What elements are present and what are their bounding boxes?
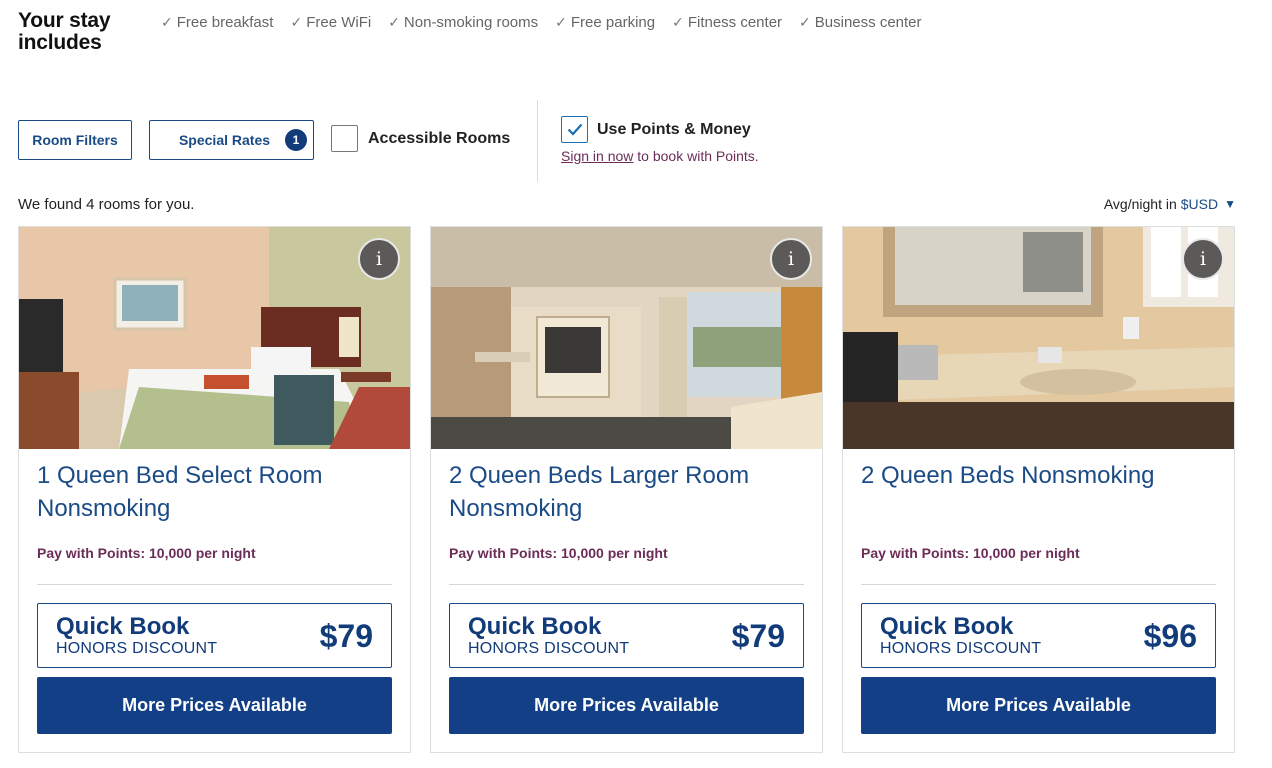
points-money-label: Use Points & Money (597, 120, 751, 138)
room-photo[interactable]: i (19, 227, 410, 449)
room-title[interactable]: 2 Queen Beds Nonsmoking (861, 459, 1216, 492)
amenity-label: Fitness center (687, 14, 783, 31)
room-photo[interactable]: i (431, 227, 822, 449)
signin-text: to book with Points. (633, 148, 759, 164)
quick-book-label: Quick Book (880, 613, 1014, 640)
special-rates-label: Special Rates (178, 132, 271, 148)
quick-book-label: Quick Book (56, 613, 190, 640)
amenity-label: Free WiFi (306, 14, 372, 31)
room-card: i 2 Queen Beds Nonsmoking Pay with Point… (842, 226, 1235, 753)
points-price: Pay with Points: 10,000 per night (449, 545, 668, 561)
currency-selector[interactable]: Avg/night in $USD ▼ (1104, 196, 1236, 212)
caret-down-icon: ▼ (1224, 197, 1236, 211)
amenity-label: Free breakfast (176, 14, 274, 31)
room-photo[interactable]: i (843, 227, 1234, 449)
special-rates-button[interactable]: Special Rates 1 (149, 120, 314, 160)
stay-includes-bar: Your stay includes ✓ Free breakfast ✓ Free… (18, 10, 1248, 60)
accessible-rooms-toggle[interactable]: Accessible Rooms (331, 125, 510, 152)
check-icon: ✓ (388, 14, 400, 30)
rate-price: $79 (319, 618, 373, 654)
filters-bar: Room Filters Special Rates 1 Accessible … (18, 100, 1248, 182)
amenity-item: ✓ Free breakfast (161, 14, 273, 31)
rate-name: HONORS DISCOUNT (880, 640, 1042, 657)
accessible-rooms-checkbox[interactable] (331, 125, 358, 152)
room-photo-image (843, 227, 1234, 449)
amenity-item: ✓ Free parking (555, 14, 655, 31)
signin-note: Sign in now to book with Points. (561, 148, 759, 164)
points-money-checkbox[interactable] (561, 116, 588, 143)
currency-value: $USD (1180, 196, 1219, 212)
rate-name: HONORS DISCOUNT (56, 640, 218, 657)
results-count: We found 4 rooms for you. (18, 196, 195, 213)
points-price: Pay with Points: 10,000 per night (37, 545, 256, 561)
amenity-item: ✓ Business center (799, 14, 921, 31)
amenity-label: Non-smoking rooms (403, 14, 539, 31)
check-icon: ✓ (161, 14, 173, 30)
quick-book-button[interactable]: Quick Book HONORS DISCOUNT $79 (449, 603, 804, 668)
checkmark-icon (567, 123, 582, 136)
avg-night-label: Avg/night in (1103, 196, 1177, 212)
amenity-item: ✓ Fitness center (672, 14, 782, 31)
stay-includes-title: Your stay includes (18, 9, 111, 54)
accessible-rooms-label: Accessible Rooms (368, 129, 511, 147)
quick-book-button[interactable]: Quick Book HONORS DISCOUNT $96 (861, 603, 1216, 668)
amenity-label: Business center (814, 14, 922, 31)
room-card: i 1 Queen Bed Select Room Nonsmoking Pay… (18, 226, 411, 753)
room-card-list: i 1 Queen Bed Select Room Nonsmoking Pay… (18, 226, 1235, 753)
room-filters-button[interactable]: Room Filters (18, 120, 132, 160)
points-price: Pay with Points: 10,000 per night (861, 545, 1080, 561)
points-money-toggle[interactable]: Use Points & Money (561, 116, 759, 143)
more-prices-button[interactable]: More Prices Available (37, 677, 392, 734)
quick-book-button[interactable]: Quick Book HONORS DISCOUNT $79 (37, 603, 392, 668)
room-title[interactable]: 1 Queen Bed Select Room Nonsmoking (37, 459, 392, 525)
special-rates-count-badge: 1 (285, 129, 307, 151)
card-divider (861, 584, 1216, 585)
room-card: i 2 Queen Beds Larger Room Nonsmoking Pa… (430, 226, 823, 753)
more-prices-button[interactable]: More Prices Available (861, 677, 1216, 734)
rate-name: HONORS DISCOUNT (468, 640, 630, 657)
check-icon: ✓ (799, 14, 811, 30)
room-info-button[interactable]: i (1182, 238, 1224, 280)
room-info-button[interactable]: i (358, 238, 400, 280)
more-prices-button[interactable]: More Prices Available (449, 677, 804, 734)
amenity-item: ✓ Non-smoking rooms (388, 14, 538, 31)
points-money-section: Use Points & Money Sign in now to book w… (561, 116, 759, 164)
check-icon: ✓ (672, 14, 684, 30)
card-divider (37, 584, 392, 585)
check-icon: ✓ (555, 14, 567, 30)
check-icon: ✓ (290, 14, 303, 30)
room-photo-image (19, 227, 410, 449)
room-info-button[interactable]: i (770, 238, 812, 280)
amenity-label: Free parking (570, 14, 656, 31)
amenity-item: ✓ Free WiFi (290, 14, 371, 31)
quick-book-label: Quick Book (468, 613, 602, 640)
rate-price: $96 (1143, 618, 1197, 654)
rate-price: $79 (731, 618, 785, 654)
card-divider (449, 584, 804, 585)
room-title[interactable]: 2 Queen Beds Larger Room Nonsmoking (449, 459, 804, 525)
room-photo-image (431, 227, 822, 449)
filters-divider (537, 100, 538, 182)
amenities-list: ✓ Free breakfast ✓ Free WiFi ✓ Non-smoking … (161, 14, 922, 31)
signin-link[interactable]: Sign in now (561, 148, 633, 164)
